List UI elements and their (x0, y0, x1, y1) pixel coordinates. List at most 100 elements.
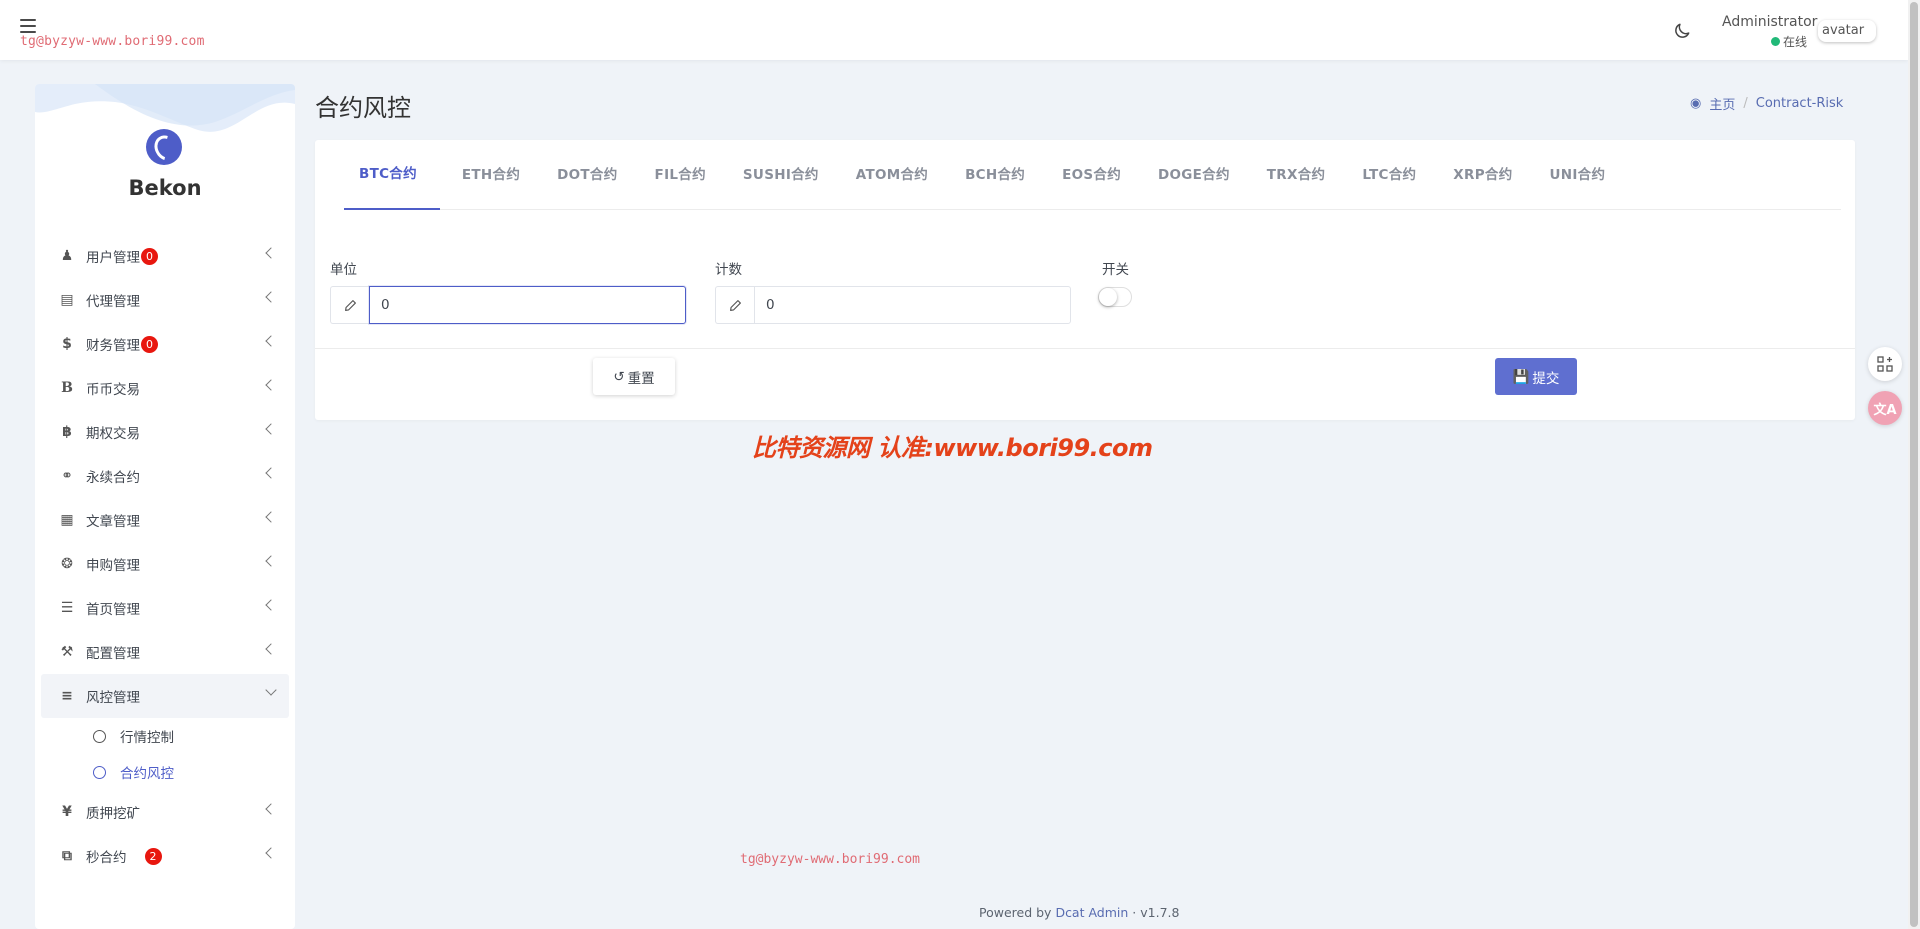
sidebar-item-label: 风控管理 (86, 690, 140, 706)
unit-input[interactable] (369, 286, 686, 324)
translate-glyph: 文A (1873, 402, 1897, 418)
tab-eos[interactable]: EOS合约 (1047, 140, 1136, 210)
tab-dot[interactable]: DOT合约 (542, 140, 632, 210)
submenu-item-market-control[interactable]: 行情控制 (41, 718, 289, 754)
watermark-top: tg@byzyw-www.bori99.com (20, 34, 205, 49)
breadcrumb: ◉ 主页 / Contract-Risk (1690, 94, 1843, 113)
dark-mode-moon-icon[interactable] (1672, 21, 1692, 41)
sidebar-item-label: 期权交易 (86, 426, 140, 442)
user-status-label: 在线 (1783, 35, 1808, 49)
breadcrumb-separator: / (1743, 96, 1748, 111)
wrench-icon: ⚒ (60, 644, 74, 660)
tab-btc[interactable]: BTC合约 (344, 140, 440, 210)
submenu-item-contract-risk[interactable]: 合约风控 (41, 754, 289, 790)
count-label: 计数 (715, 262, 742, 278)
chevron-left-icon (265, 423, 277, 435)
submit-button-label: 提交 (1532, 370, 1560, 387)
chevron-left-icon (265, 643, 277, 655)
sidebar-item-subscription-management[interactable]: ❂ 申购管理 (41, 542, 289, 586)
pencil-icon (330, 286, 369, 324)
sidebar-item-second-contract[interactable]: ⧉ 秒合约 2 (41, 834, 289, 878)
top-navbar: tg@byzyw-www.bori99.com Administrator 在线… (0, 0, 1908, 60)
tab-eth[interactable]: ETH合约 (447, 140, 535, 210)
lifebuoy-icon: ❂ (61, 556, 73, 572)
unit-label: 单位 (330, 262, 357, 278)
sidebar-item-staking-mining[interactable]: ¥ 质押挖矿 (41, 790, 289, 834)
chevron-left-icon (265, 467, 277, 479)
switch-knob (1099, 288, 1117, 306)
sidebar-item-label: 首页管理 (86, 602, 140, 618)
sidebar-item-perpetual-contract[interactable]: ⚭ 永续合约 (41, 454, 289, 498)
menu-toggle-icon[interactable] (20, 19, 36, 33)
indent-icon: ≡ (61, 688, 73, 704)
breadcrumb-current: Contract-Risk (1755, 96, 1844, 111)
sidebar-item-article-management[interactable]: ▦ 文章管理 (41, 498, 289, 542)
avatar[interactable]: avatar (1818, 20, 1876, 42)
watermark-middle: tg@byzyw-www.bori99.com (740, 852, 921, 867)
sidebar-item-risk-control[interactable]: ≡ 风控管理 (41, 674, 289, 718)
user-status: 在线 (1771, 33, 1807, 50)
tab-bch[interactable]: BCH合约 (950, 140, 1040, 210)
sidebar-item-agent-management[interactable]: ▤ 代理管理 (41, 278, 289, 322)
circle-icon (93, 765, 106, 779)
circle-icon (93, 729, 106, 743)
switch-toggle[interactable] (1098, 287, 1132, 307)
powered-by-text: Powered by (979, 905, 1052, 920)
chevron-left-icon (265, 291, 277, 303)
sidebar-item-label: 代理管理 (86, 294, 140, 310)
copy-icon: ⧉ (62, 848, 72, 864)
bitcoin-icon: ฿ (62, 424, 72, 440)
user-name[interactable]: Administrator (1722, 14, 1817, 30)
switch-label: 开关 (1102, 262, 1129, 278)
sidebar-item-user-management[interactable]: ♟ 用户管理 0 (41, 234, 289, 278)
tab-fil[interactable]: FIL合约 (640, 140, 721, 210)
tab-doge[interactable]: DOGE合约 (1143, 140, 1245, 210)
notification-badge: 0 (141, 247, 158, 265)
breadcrumb-home-link[interactable]: 主页 (1709, 94, 1735, 113)
chevron-left-icon (265, 555, 277, 567)
grid-add-icon[interactable] (1868, 347, 1902, 381)
pencil-icon (715, 286, 754, 324)
sidebar-item-homepage-management[interactable]: ☰ 首页管理 (41, 586, 289, 630)
undo-icon: ↺ (613, 368, 625, 385)
chevron-left-icon (265, 511, 277, 523)
id-card-icon: ▤ (60, 292, 74, 308)
sidebar-item-spot-trading[interactable]: B 币币交易 (41, 366, 289, 410)
tab-ltc[interactable]: LTC合约 (1347, 140, 1431, 210)
tab-trx[interactable]: TRX合约 (1252, 140, 1341, 210)
brand-logo-icon[interactable] (146, 129, 182, 165)
submit-button[interactable]: 💾 提交 (1495, 358, 1577, 395)
unit-input-group (330, 286, 686, 324)
brand-name[interactable]: Bekon (35, 176, 295, 200)
tab-sushi[interactable]: SUSHI合约 (728, 140, 834, 210)
save-icon: 💾 (1512, 368, 1530, 385)
translate-icon[interactable]: 文A (1868, 391, 1902, 425)
newspaper-icon: ▦ (60, 512, 74, 528)
notification-badge: 0 (141, 335, 158, 353)
dashboard-icon: ◉ (1690, 96, 1702, 111)
chevron-left-icon (265, 379, 277, 391)
bold-b-icon: B (61, 380, 73, 396)
chevron-down-icon (265, 684, 277, 696)
chevron-left-icon (265, 803, 277, 815)
user-icon: ♟ (60, 248, 74, 264)
dcat-admin-link[interactable]: Dcat Admin (1055, 905, 1128, 920)
tab-uni[interactable]: UNI合约 (1535, 140, 1621, 210)
count-input[interactable] (754, 286, 1071, 324)
tab-xrp[interactable]: XRP合约 (1438, 140, 1527, 210)
sidebar-item-config-management[interactable]: ⚒ 配置管理 (41, 630, 289, 674)
sidebar-item-label: 配置管理 (86, 646, 140, 662)
sidebar-item-label: 质押挖矿 (86, 806, 140, 822)
submenu-item-label: 合约风控 (120, 766, 174, 782)
notification-badge: 2 (144, 847, 162, 865)
tab-atom[interactable]: ATOM合约 (841, 140, 943, 210)
scrollbar-thumb[interactable] (1910, 2, 1918, 927)
reset-button[interactable]: ↺ 重置 (593, 358, 675, 395)
sidebar-item-label: 用户管理 (86, 250, 140, 266)
sidebar-item-options-trading[interactable]: ฿ 期权交易 (41, 410, 289, 454)
sidebar-item-finance-management[interactable]: $ 财务管理 0 (41, 322, 289, 366)
chevron-left-icon (265, 335, 277, 347)
page-title: 合约风控 (315, 94, 411, 122)
contract-tabs: BTC合约 ETH合约 DOT合约 FIL合约 SUSHI合约 ATOM合约 B… (344, 140, 1841, 210)
page-scrollbar[interactable] (1908, 0, 1920, 929)
